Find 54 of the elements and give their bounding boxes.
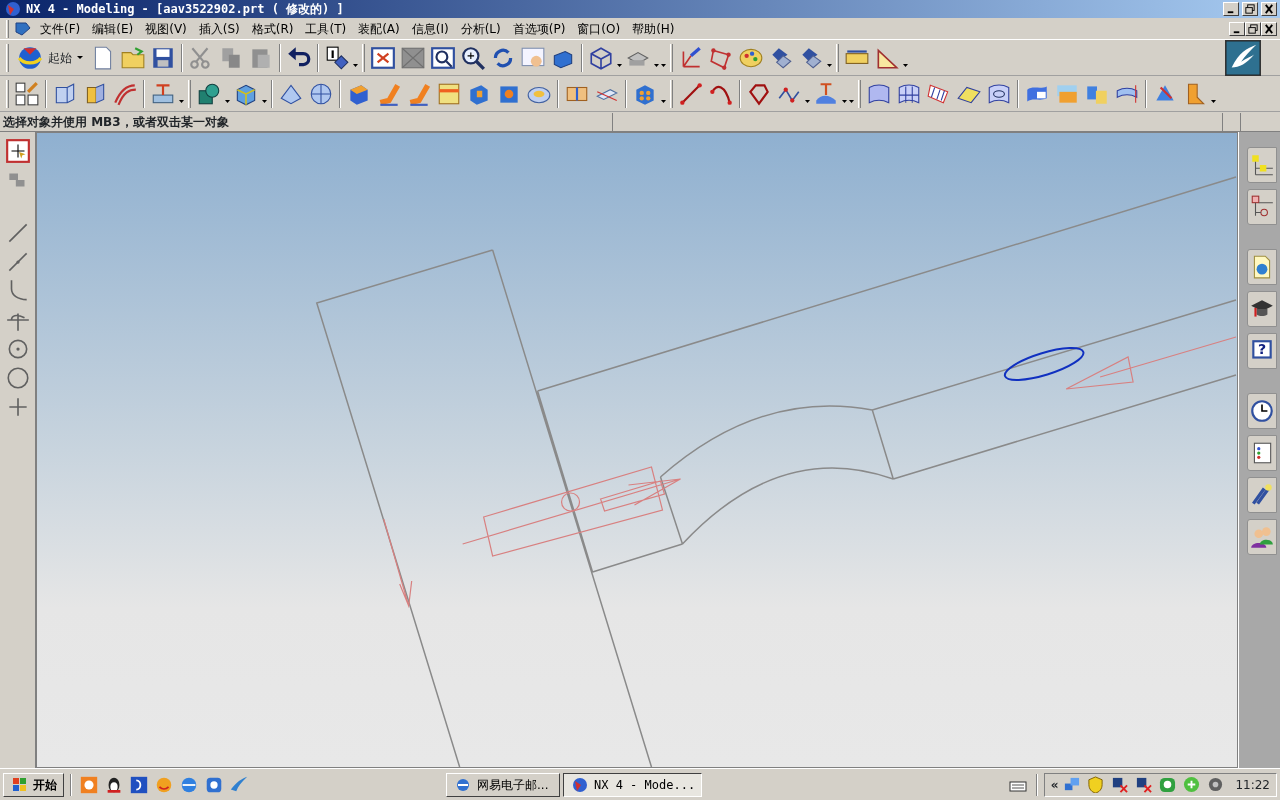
restore-button[interactable] bbox=[1245, 21, 1261, 36]
close-button[interactable] bbox=[1261, 2, 1277, 16]
circle-icon[interactable] bbox=[4, 365, 31, 391]
restore-button[interactable] bbox=[1242, 2, 1258, 16]
selected-circle-edge[interactable] bbox=[1003, 347, 1085, 381]
app-logo-icon bbox=[572, 776, 588, 793]
taskbar-button[interactable]: NX 4 - Mode... bbox=[563, 772, 703, 797]
menu-item[interactable]: 首选项(P) bbox=[506, 19, 572, 38]
caret-icon bbox=[77, 56, 83, 59]
menu-item[interactable]: 格式(R) bbox=[245, 19, 300, 38]
start-button[interactable]: 开始 bbox=[3, 772, 64, 797]
taskbar-button[interactable]: 网易电子邮... bbox=[446, 772, 560, 797]
menu-item[interactable]: 窗口(O) bbox=[571, 19, 627, 38]
document-icon[interactable] bbox=[14, 19, 32, 38]
minimize-button[interactable] bbox=[1223, 2, 1239, 16]
minimize-button[interactable] bbox=[1229, 21, 1245, 36]
sketch-icon[interactable] bbox=[14, 80, 40, 107]
menu-item[interactable]: 工具(T) bbox=[299, 19, 353, 38]
clock-icon[interactable] bbox=[1249, 398, 1275, 424]
line-icon[interactable] bbox=[678, 80, 704, 107]
network-icon[interactable] bbox=[1063, 776, 1081, 793]
menu-item[interactable]: 文件(F) bbox=[34, 19, 87, 38]
fit-view-icon[interactable] bbox=[370, 44, 396, 71]
app-icon[interactable] bbox=[1159, 776, 1177, 793]
clock-text: 11:22 bbox=[1235, 776, 1270, 794]
people-icon[interactable] bbox=[1249, 524, 1275, 550]
globe-icon bbox=[17, 44, 43, 71]
window-title: NX 4 - Modeling - [aav3522902.prt ( 修改的) ] bbox=[26, 1, 345, 18]
zoom-icon[interactable] bbox=[460, 44, 486, 71]
chat-icon[interactable] bbox=[79, 774, 99, 795]
media-icon[interactable] bbox=[129, 774, 149, 795]
close-button[interactable] bbox=[1261, 21, 1277, 36]
browser-icon bbox=[455, 776, 471, 793]
menu-item[interactable]: 帮助(H) bbox=[626, 19, 681, 38]
shield-icon[interactable] bbox=[1087, 776, 1105, 793]
zoom-window-icon[interactable] bbox=[430, 44, 456, 71]
select-icon[interactable] bbox=[4, 138, 31, 164]
menu-item[interactable]: 插入(S) bbox=[192, 19, 246, 38]
menu-item[interactable]: 分析(L) bbox=[454, 19, 507, 38]
start-menu-button[interactable]: 起始 bbox=[12, 43, 88, 72]
speaker-icon[interactable] bbox=[1207, 776, 1225, 793]
prompt-text: 选择对象并使用 MB3，或者双击某一对象 bbox=[2, 113, 230, 131]
menu-item[interactable]: 编辑(E) bbox=[86, 19, 140, 38]
assembly-tree-icon[interactable] bbox=[1249, 152, 1275, 178]
network-error-icon[interactable] bbox=[1111, 776, 1129, 793]
tools-icon[interactable] bbox=[1249, 482, 1275, 508]
menu-item[interactable]: 信息(I) bbox=[405, 19, 455, 38]
info-icon[interactable] bbox=[324, 44, 350, 71]
tray-expand-button[interactable]: « bbox=[1050, 775, 1059, 794]
menu-item[interactable]: 视图(V) bbox=[139, 19, 193, 38]
app-logo-icon bbox=[5, 1, 21, 17]
network-error-icon[interactable] bbox=[1135, 776, 1153, 793]
menu-item[interactable]: 装配(A) bbox=[352, 19, 406, 38]
windows-logo-icon bbox=[12, 777, 27, 792]
